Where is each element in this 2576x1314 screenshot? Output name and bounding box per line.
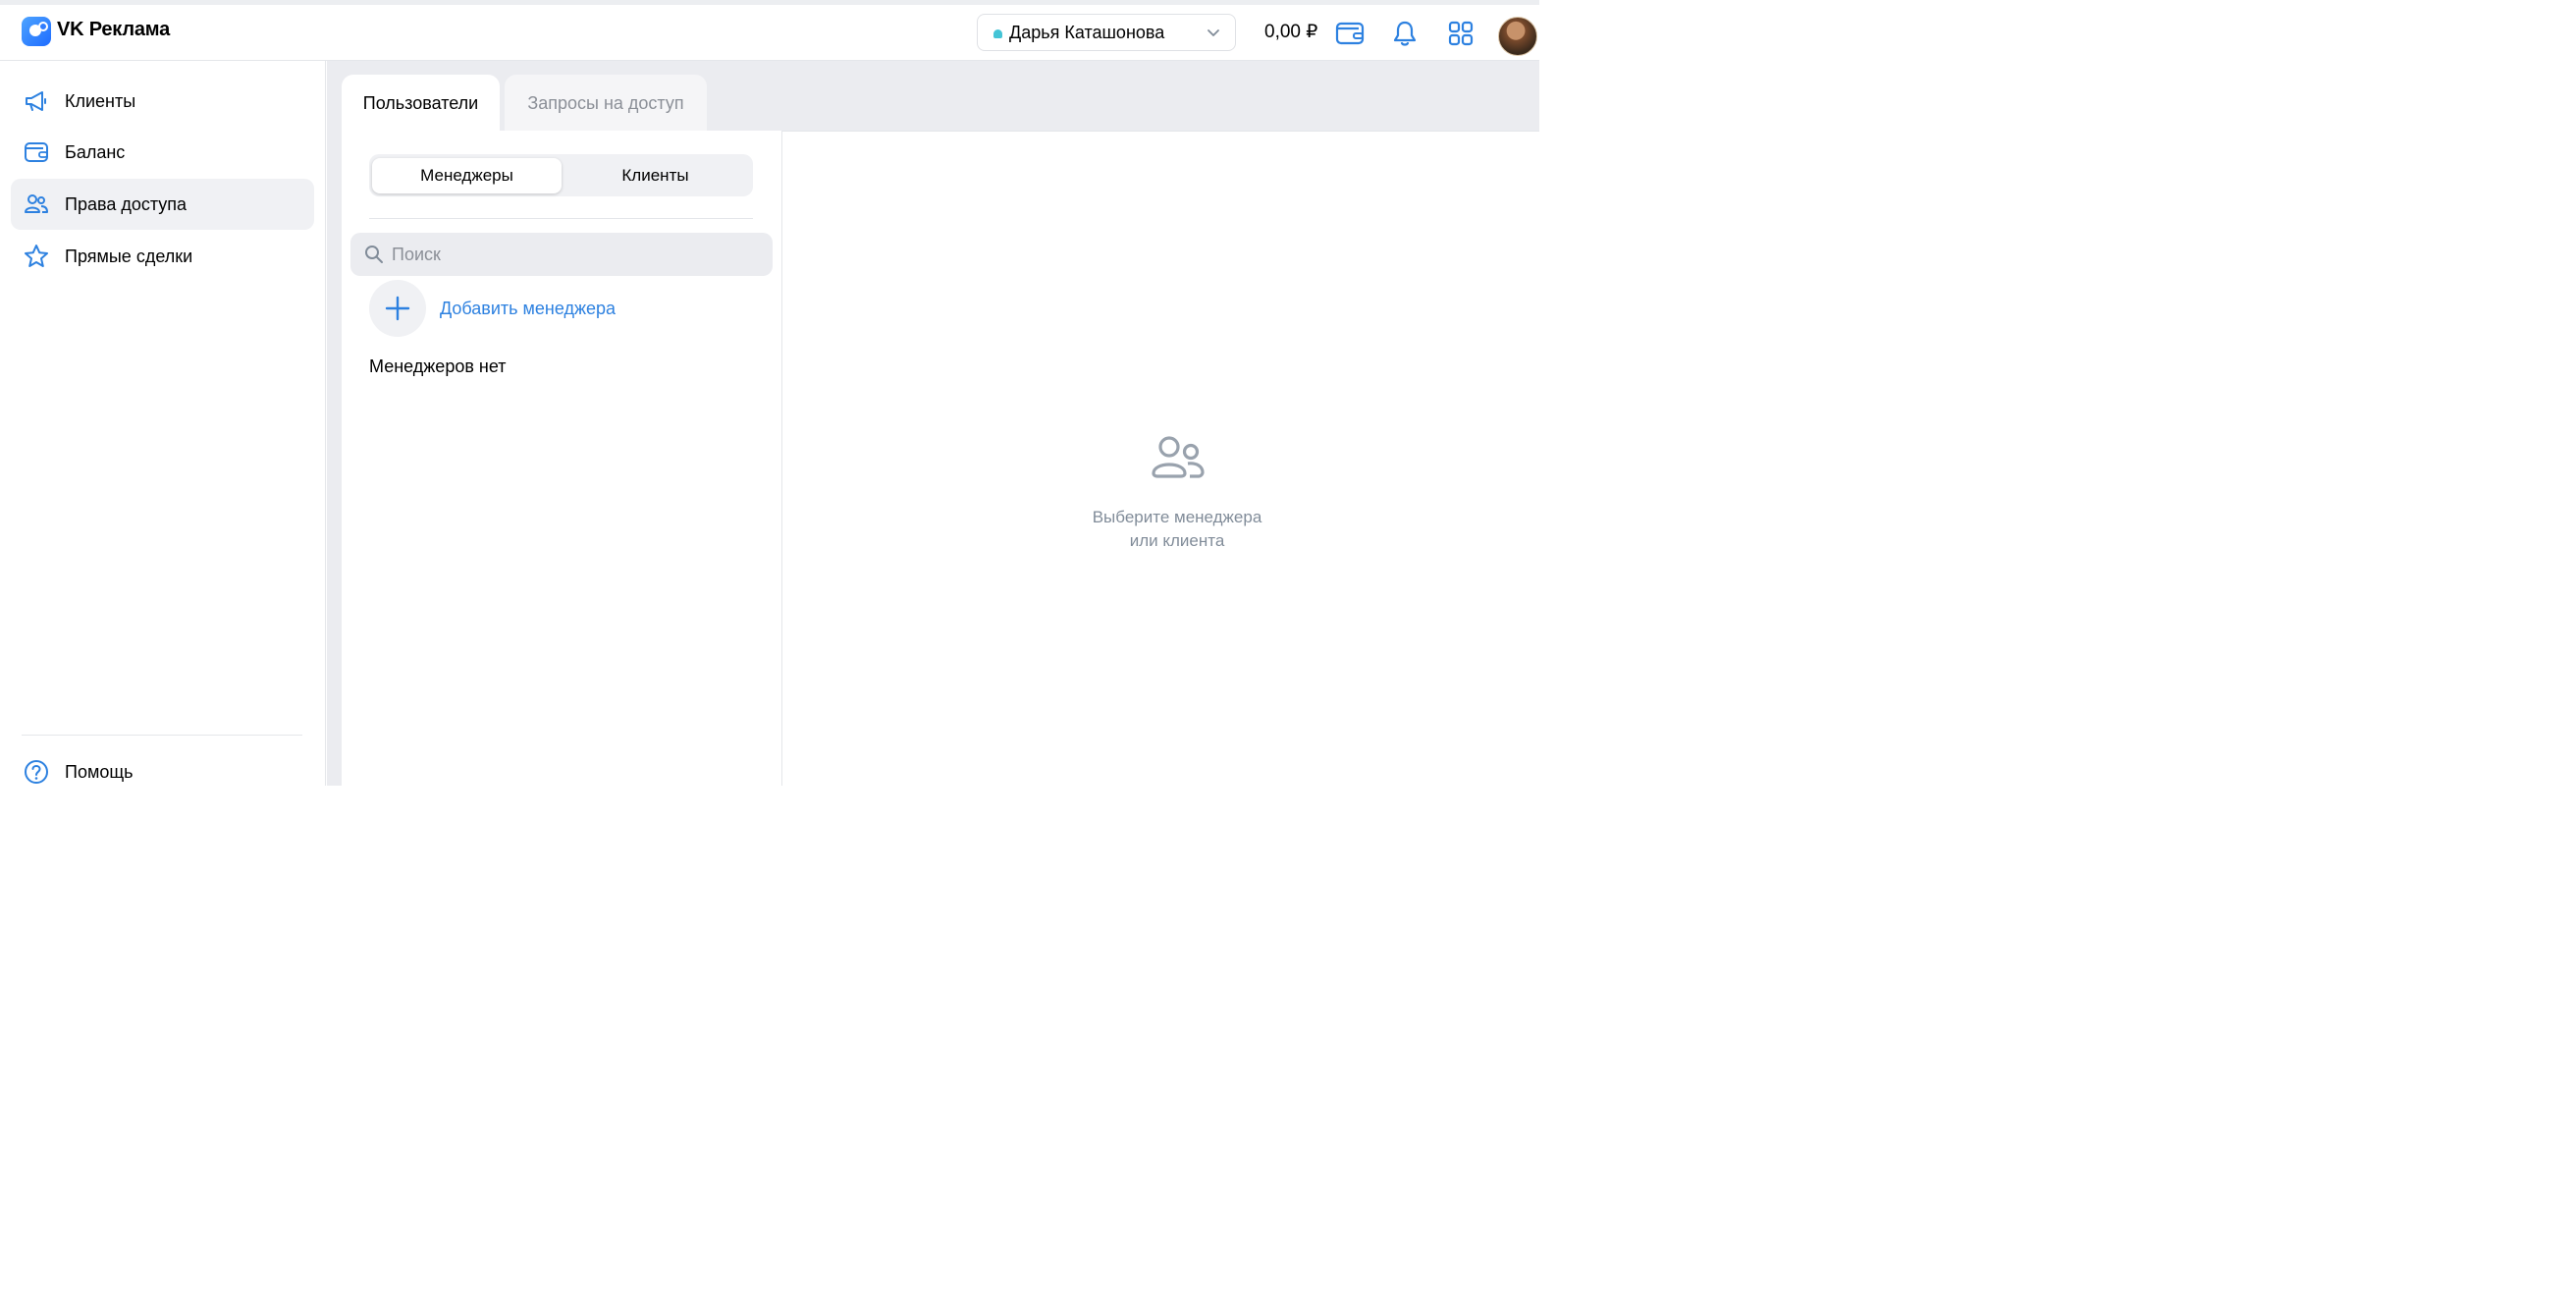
account-selector[interactable]: Дарья Каташонова <box>977 14 1236 51</box>
megaphone-icon <box>26 91 46 111</box>
sidebar-item-label: Права доступа <box>65 193 188 214</box>
users-placeholder-icon <box>1152 436 1205 478</box>
sidebar-item-label: Прямые сделки <box>65 246 193 266</box>
help-label: Помощь <box>65 761 134 782</box>
add-manager-button[interactable] <box>369 280 426 337</box>
sidebar-divider <box>22 735 302 736</box>
sidebar-item-label: Клиенты <box>65 90 136 111</box>
home-icon <box>993 29 1002 38</box>
account-name: Дарья Каташонова <box>1009 23 1165 42</box>
search-input[interactable] <box>392 241 755 268</box>
help-icon <box>25 760 48 784</box>
wallet-icon[interactable] <box>1335 19 1365 48</box>
placeholder-line-1: Выберите менеджера <box>1092 508 1262 526</box>
divider <box>369 218 753 219</box>
sidebar: Клиенты Баланс Права доступа Прямые сдел… <box>0 61 326 786</box>
placeholder-line-2: или клиента <box>1129 531 1225 550</box>
balance-amount[interactable]: 0,00 ₽ <box>1264 21 1317 43</box>
sidebar-item-clients[interactable]: Клиенты <box>11 76 314 127</box>
tab-users[interactable]: Пользователи <box>342 75 500 132</box>
sidebar-item-label: Баланс <box>65 141 126 162</box>
segment-clients[interactable]: Клиенты <box>561 158 750 193</box>
sidebar-item-access-rights[interactable]: Права доступа <box>11 179 314 230</box>
sidebar-item-direct-deals[interactable]: Прямые сделки <box>11 231 314 282</box>
users-icon <box>25 194 48 213</box>
avatar[interactable] <box>1498 17 1537 56</box>
vk-ads-logo[interactable] <box>22 17 51 46</box>
role-segmented-control: Менеджеры Клиенты <box>369 154 753 196</box>
star-icon <box>25 245 48 267</box>
top-header: VK Реклама Дарья Каташонова 0,00 ₽ <box>0 0 1539 61</box>
sidebar-item-balance[interactable]: Баланс <box>11 127 314 178</box>
search-box <box>350 233 773 276</box>
sidebar-item-help[interactable]: Помощь <box>11 746 314 797</box>
app-title[interactable]: VK Реклама <box>57 19 170 41</box>
wallet-icon <box>25 142 48 162</box>
search-icon <box>365 246 383 263</box>
plus-icon <box>385 296 410 321</box>
select-placeholder-text: Выберите менеджера или клиента <box>1060 506 1294 553</box>
chevron-down-icon <box>1208 29 1219 36</box>
segment-managers[interactable]: Менеджеры <box>372 158 562 193</box>
empty-list-text: Менеджеров нет <box>369 356 507 376</box>
users-list-panel <box>342 131 782 786</box>
add-manager-link[interactable]: Добавить менеджера <box>440 299 616 319</box>
tab-access-requests[interactable]: Запросы на доступ <box>505 75 707 132</box>
bell-icon[interactable] <box>1390 19 1420 48</box>
apps-grid-icon[interactable] <box>1446 19 1476 48</box>
